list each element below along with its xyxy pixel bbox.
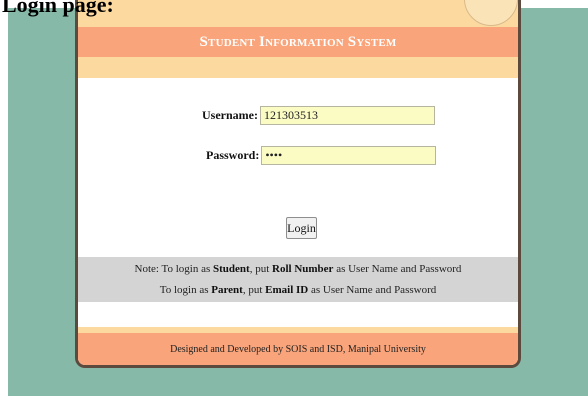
footer: Designed and Developed by SOIS and ISD, … — [78, 333, 518, 365]
bottom-margin — [0, 396, 588, 404]
note-line-parent: To login as Parent, put Email ID as User… — [159, 284, 437, 296]
login-button[interactable]: Login — [286, 217, 317, 239]
app-title: Student Information System — [199, 33, 397, 50]
password-label: Password: — [206, 148, 260, 162]
header-accent-strip — [78, 57, 518, 78]
login-note: Note: To login as Student, put Roll Numb… — [78, 257, 518, 302]
username-label: Username: — [202, 108, 258, 122]
title-bar: Student Information System — [78, 27, 518, 57]
username-row: Username: — [202, 106, 435, 125]
top-accent-strip — [78, 0, 518, 27]
login-panel: Student Information System Username: Pas… — [75, 0, 521, 368]
note-line-student: Note: To login as Student, put Roll Numb… — [134, 263, 462, 275]
footer-credit: Designed and Developed by SOIS and ISD, … — [170, 343, 426, 355]
page-heading: Login page: — [2, 0, 114, 17]
password-input[interactable] — [261, 146, 437, 165]
username-input[interactable] — [259, 106, 435, 125]
password-row: Password: — [206, 146, 437, 165]
